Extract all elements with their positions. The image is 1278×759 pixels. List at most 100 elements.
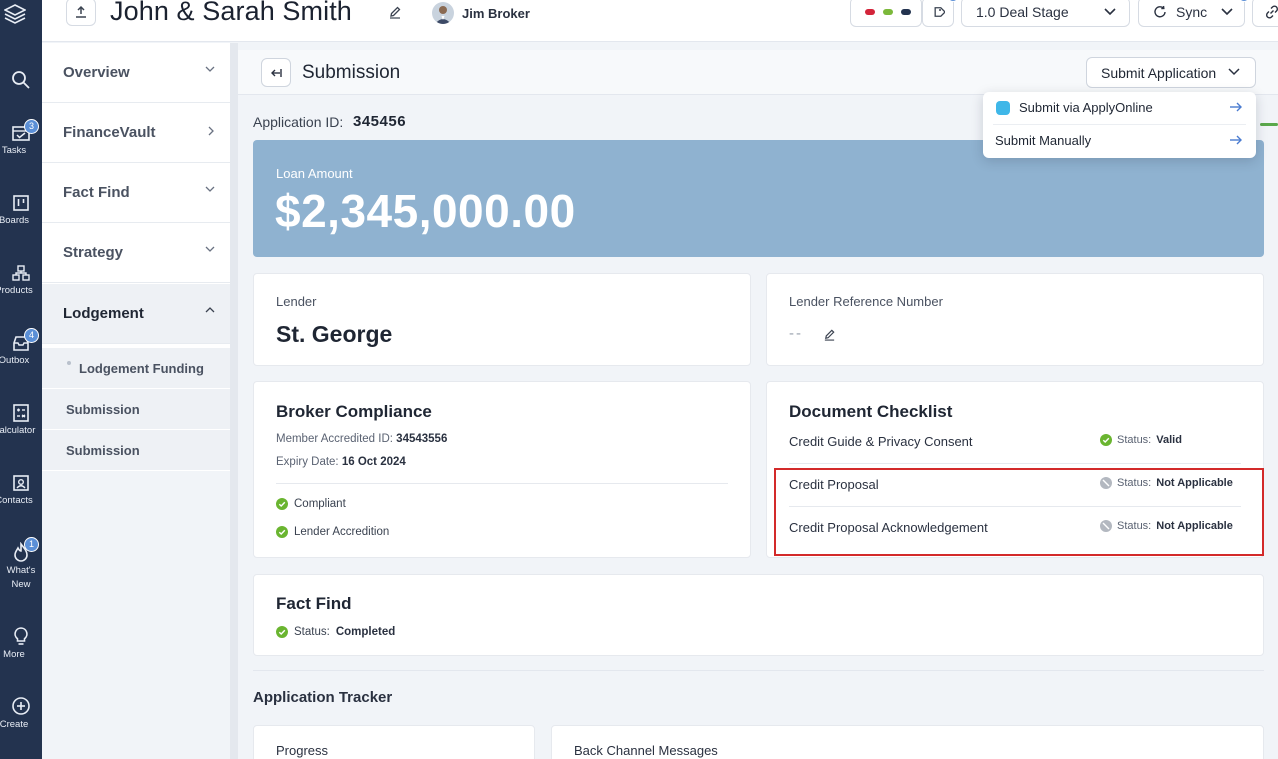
deal-stage-select[interactable]: 1.0 Deal Stage — [961, 0, 1130, 27]
rail-outbox[interactable]: Outbox 4 — [0, 328, 42, 368]
status-dots-button[interactable] — [850, 0, 922, 27]
panel-divider[interactable] — [230, 43, 238, 759]
sync-button[interactable]: Sync — [1138, 0, 1250, 27]
fact-find-status-label: Status: — [294, 626, 330, 638]
edit-reference-icon[interactable] — [823, 328, 836, 341]
rail-label-more: More — [3, 649, 25, 660]
nav-lodgement-label: Lodgement — [63, 305, 144, 322]
broker-chip[interactable]: Jim Broker — [432, 2, 530, 24]
broker-compliance-title: Broker Compliance — [276, 402, 432, 421]
rail-boards[interactable]: Boards — [0, 194, 42, 228]
nav-fact-find-label: Fact Find — [63, 184, 130, 201]
nav-sub-lodgement-funding-label: Lodgement Funding — [79, 361, 204, 376]
check-circle-icon — [276, 626, 288, 638]
lender-accreditation-row: Lender Accredition — [276, 526, 389, 538]
back-channel-card: Back Channel Messages — [551, 725, 1264, 759]
nav-sub-submission-label: Submission — [66, 402, 140, 417]
rail-label-whats-new: What's New — [6, 565, 36, 590]
menu-item-submit-manually-label: Submit Manually — [995, 133, 1092, 148]
app-logo-icon[interactable] — [4, 2, 26, 28]
progress-card: Progress — [253, 725, 535, 759]
menu-item-submit-applyonline[interactable]: Submit via ApplyOnline — [983, 92, 1256, 124]
collapse-panel-button[interactable] — [261, 58, 291, 87]
broker-avatar — [432, 2, 454, 24]
check-circle-icon — [276, 498, 288, 510]
rail-label-contacts: Contacts — [0, 495, 33, 506]
broker-name: Jim Broker — [462, 5, 530, 21]
loan-amount-value: $2,345,000.00 — [275, 185, 576, 237]
nav-financevault[interactable]: FinanceVault — [42, 103, 230, 163]
arrow-right-icon — [1230, 102, 1242, 112]
highlight-box — [774, 468, 1264, 556]
nav-financevault-label: FinanceVault — [63, 124, 156, 141]
rail-label-create: Create — [0, 719, 29, 730]
chevron-down-icon — [1228, 68, 1240, 76]
status-dot-red — [865, 9, 875, 15]
rail-calculator[interactable]: Calculator — [0, 404, 42, 438]
nav-strategy-label: Strategy — [63, 244, 124, 261]
expiry-date-line: Expiry Date: 16 Oct 2024 — [276, 456, 406, 468]
nav-lodgement[interactable]: Lodgement — [42, 284, 230, 344]
submit-application-button[interactable]: Submit Application — [1086, 57, 1256, 88]
chevron-down-icon — [1104, 8, 1116, 16]
rail-create[interactable]: Create — [0, 696, 42, 732]
rail-products[interactable]: Products — [0, 264, 42, 298]
lender-reference-label: Lender Reference Number — [789, 294, 943, 309]
back-channel-title: Back Channel Messages — [574, 743, 718, 758]
compliant-label: Compliant — [294, 498, 346, 510]
submit-application-menu: Submit via ApplyOnline Submit Manually — [983, 92, 1256, 158]
arrow-right-icon — [1230, 135, 1242, 145]
nav-overview[interactable]: Overview — [42, 43, 230, 103]
search-icon — [12, 71, 30, 89]
status-dot-green — [883, 9, 893, 15]
collapse-left-icon — [271, 68, 282, 77]
app-rail: Tasks 3 Boards Products Outbox 4 Calcula… — [0, 0, 42, 759]
chevron-right-icon — [208, 126, 214, 136]
member-id-value: 34543556 — [396, 433, 448, 445]
chevron-up-icon — [205, 307, 215, 313]
rail-more[interactable]: More — [0, 626, 42, 662]
bullet-icon — [67, 361, 71, 365]
lender-reference-value: -- — [789, 325, 803, 342]
rail-whats-new[interactable]: What's New 1 — [0, 537, 42, 592]
deal-stage-value: 1.0 Deal Stage — [976, 4, 1069, 20]
loan-amount-label: Loan Amount — [276, 166, 353, 181]
nav-empty-area — [42, 471, 230, 759]
nav-sub-submission-2[interactable]: Submission — [42, 430, 230, 470]
progress-accent — [1260, 123, 1278, 126]
rail-search[interactable] — [0, 70, 42, 92]
lender-value: St. George — [276, 321, 393, 347]
rail-label-tasks: Tasks — [1, 145, 27, 156]
link-button[interactable] — [1252, 0, 1278, 27]
outbox-count-badge: 4 — [24, 328, 39, 343]
nav-sub-submission[interactable]: Submission — [42, 389, 230, 429]
boards-icon — [13, 195, 29, 211]
nav-fact-find[interactable]: Fact Find — [42, 163, 230, 223]
menu-item-submit-manually[interactable]: Submit Manually — [983, 125, 1256, 157]
status-dot-navy — [901, 9, 911, 15]
sync-label: Sync — [1176, 4, 1208, 20]
edit-name-icon[interactable] — [388, 5, 402, 19]
sync-icon — [1154, 5, 1166, 18]
lender-label: Lender — [276, 294, 317, 309]
member-id-line: Member Accredited ID: 34543556 — [276, 433, 447, 445]
tag-notification-dot — [947, 0, 959, 2]
top-header: John & Sarah Smith Jim Broker 1.0 Deal S… — [42, 0, 1278, 42]
rail-contacts[interactable]: Contacts — [0, 474, 42, 508]
member-id-label: Member Accredited ID: — [276, 433, 393, 445]
progress-title: Progress — [276, 743, 329, 758]
broker-compliance-card: Broker Compliance Member Accredited ID: … — [253, 381, 751, 558]
calculator-icon — [13, 404, 29, 422]
chevron-down-icon — [205, 66, 215, 72]
nav-sub-lodgement-funding[interactable]: Lodgement Funding — [42, 348, 230, 388]
nav-strategy[interactable]: Strategy — [42, 223, 230, 283]
upload-icon — [76, 5, 86, 18]
submission-header: Submission Submit Application — [238, 50, 1278, 95]
tag-button[interactable] — [922, 0, 959, 27]
application-tracker-title: Application Tracker — [253, 689, 393, 706]
rail-tasks[interactable]: Tasks 3 — [0, 119, 42, 158]
doc-credit-guide-name: Credit Guide & Privacy Consent — [789, 434, 973, 449]
fact-find-status-row: Status: Completed — [276, 626, 395, 638]
menu-item-submit-applyonline-label: Submit via ApplyOnline — [1019, 100, 1153, 115]
upload-button[interactable] — [66, 0, 96, 26]
